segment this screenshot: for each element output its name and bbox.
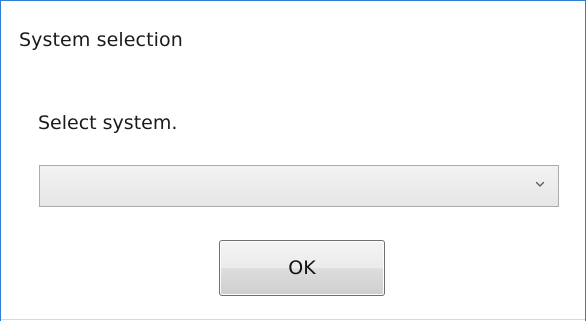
dialog-title: System selection bbox=[19, 29, 183, 51]
dialog-bottom-divider bbox=[1, 319, 585, 320]
ok-button-label: OK bbox=[288, 257, 316, 279]
ok-button[interactable]: OK bbox=[219, 240, 385, 296]
chevron-down-icon bbox=[535, 181, 545, 187]
system-select[interactable] bbox=[39, 165, 559, 207]
dialog-titlebar: System selection bbox=[1, 1, 585, 85]
system-selection-dialog: System selection Select system. OK bbox=[0, 0, 586, 321]
select-system-label: Select system. bbox=[38, 112, 178, 134]
